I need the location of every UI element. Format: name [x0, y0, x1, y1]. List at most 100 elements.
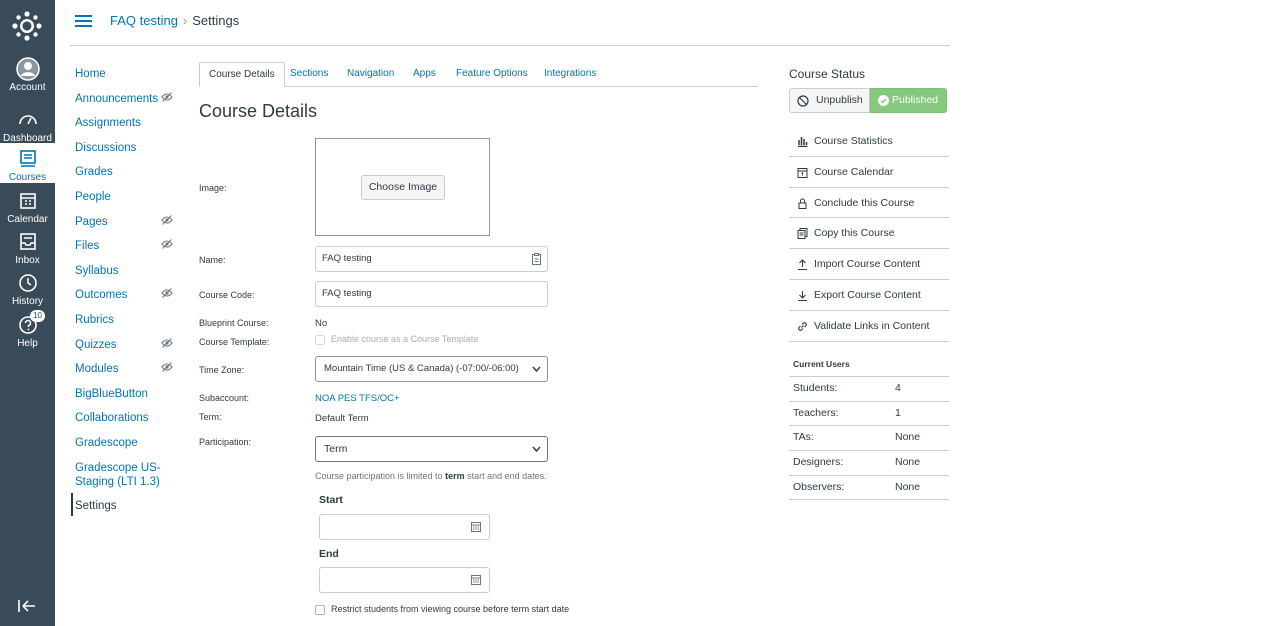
template-checkbox[interactable]	[315, 334, 325, 345]
course-nav-discussions[interactable]: Discussions	[75, 140, 185, 165]
course-menu-toggle[interactable]	[75, 15, 92, 29]
unpublish-button[interactable]: Unpublish	[789, 88, 870, 113]
start-date-input[interactable]	[319, 514, 490, 540]
check-circle-icon	[878, 95, 889, 106]
current-users-title: Current Users	[793, 359, 850, 369]
course-code-value: FAQ testing	[322, 288, 372, 299]
users-role: Designers:	[793, 456, 844, 469]
users-role: Students:	[793, 382, 838, 394]
course-nav-label: Pages	[75, 215, 108, 228]
breadcrumb-separator: ›	[182, 13, 188, 28]
course-nav-syllabus[interactable]: Syllabus	[75, 263, 185, 288]
active-nav-indicator	[71, 493, 73, 516]
published-button[interactable]: Published	[870, 88, 947, 113]
calendar-icon	[19, 193, 36, 209]
hidden-eye-icon	[161, 362, 173, 372]
course-nav-people[interactable]: People	[75, 189, 185, 214]
global-nav-label: History	[11, 296, 44, 307]
tab-course-details[interactable]: Course Details	[199, 62, 285, 87]
course-nav: Home Announcements Assignments Discussio…	[75, 66, 185, 522]
global-nav: Account Dashboard Courses Calendar Inbox	[0, 0, 55, 626]
hidden-eye-icon	[161, 288, 173, 299]
tab-integrations[interactable]: Integrations	[544, 62, 596, 87]
calendar-icon[interactable]	[471, 575, 481, 585]
course-nav-bigbluebutton[interactable]: BigBlueButton	[75, 386, 185, 411]
dashboard-icon	[18, 115, 37, 125]
canvas-logo-icon[interactable]	[11, 10, 43, 42]
export-content-link[interactable]: Export Course Content	[789, 280, 949, 311]
participation-note-post: start and end dates.	[467, 471, 547, 481]
global-nav-account[interactable]: Account	[0, 57, 55, 93]
course-nav-settings[interactable]: Settings	[75, 498, 185, 523]
course-nav-gradescope-staging[interactable]: Gradescope US-Staging (LTI 1.3)	[75, 460, 185, 498]
bar-chart-icon	[798, 137, 808, 147]
course-nav-quizzes[interactable]: Quizzes	[75, 337, 185, 362]
choose-image-button[interactable]: Choose Image	[361, 175, 445, 200]
global-nav-help[interactable]: 10 Help	[0, 310, 55, 349]
users-count: 1	[895, 406, 901, 419]
global-nav-dashboard[interactable]: Dashboard	[0, 108, 55, 144]
users-count: None	[895, 431, 921, 444]
participation-note-term: term	[445, 471, 465, 481]
breadcrumb-course-link[interactable]: FAQ testing	[110, 13, 178, 28]
participation-select[interactable]: Term	[315, 436, 548, 462]
copy-icon	[797, 228, 808, 240]
timezone-select[interactable]: Mountain Time (US & Canada) (-07:00/-06:…	[315, 356, 548, 382]
subaccount-link[interactable]: NOA PES TFS/OC+	[315, 393, 400, 404]
participation-label: Participation:	[199, 437, 252, 447]
validate-links-link[interactable]: Validate Links in Content	[789, 311, 949, 342]
copy-course-link[interactable]: Copy this Course	[789, 218, 949, 250]
course-nav-modules[interactable]: Modules	[75, 361, 185, 386]
course-calendar-link[interactable]: Course Calendar	[789, 157, 949, 188]
global-nav-courses[interactable]: Courses	[0, 143, 55, 183]
unpublish-icon	[797, 95, 809, 107]
course-nav-files[interactable]: Files	[75, 238, 185, 263]
global-nav-history[interactable]: History	[0, 271, 55, 307]
clock-icon	[18, 274, 37, 292]
course-nav-label: Files	[75, 240, 100, 253]
end-date-input[interactable]	[319, 567, 490, 593]
course-nav-rubrics[interactable]: Rubrics	[75, 312, 185, 337]
published-label: Published	[892, 94, 939, 106]
course-nav-outcomes[interactable]: Outcomes	[75, 287, 185, 312]
tab-sections[interactable]: Sections	[290, 62, 328, 87]
name-label: Name:	[199, 255, 226, 265]
copy-course-label: Copy this Course	[814, 227, 895, 240]
global-nav-inbox[interactable]: Inbox	[0, 230, 55, 266]
restrict-checkbox[interactable]	[315, 604, 325, 615]
course-nav-grades[interactable]: Grades	[75, 164, 185, 189]
course-statistics-link[interactable]: Course Statistics	[789, 126, 949, 157]
global-nav-label: Inbox	[15, 255, 40, 266]
template-checkbox-row: Enable course as a Course Template	[315, 334, 478, 345]
upload-icon	[798, 259, 807, 271]
course-nav-collaborations[interactable]: Collaborations	[75, 410, 185, 435]
term-label: Term:	[199, 412, 222, 422]
users-role: Observers:	[793, 480, 845, 493]
course-code-input[interactable]: FAQ testing	[315, 281, 548, 307]
course-nav-assignments[interactable]: Assignments	[75, 115, 185, 140]
users-count: None	[895, 456, 921, 469]
global-nav-label: Help	[17, 338, 38, 349]
link-icon	[798, 321, 807, 331]
breadcrumb-current: Settings	[192, 13, 240, 28]
users-count: None	[895, 480, 921, 493]
global-nav-calendar[interactable]: Calendar	[0, 189, 55, 225]
course-nav-pages[interactable]: Pages	[75, 214, 185, 239]
course-nav-announcements[interactable]: Announcements	[75, 91, 185, 116]
course-nav-gradescope[interactable]: Gradescope	[75, 435, 185, 460]
page-title: Course Details	[199, 101, 318, 121]
tab-feature-options[interactable]: Feature Options	[456, 62, 528, 87]
avatar-icon	[15, 57, 40, 81]
course-name-input[interactable]: FAQ testing	[315, 246, 548, 272]
tab-navigation[interactable]: Navigation	[347, 62, 394, 87]
import-content-link[interactable]: Import Course Content	[789, 249, 949, 280]
calendar-icon[interactable]	[471, 522, 481, 532]
course-nav-home[interactable]: Home	[75, 66, 185, 91]
collapse-nav-icon[interactable]	[17, 598, 37, 614]
users-row: TAs: None	[789, 426, 949, 452]
tab-apps[interactable]: Apps	[413, 62, 436, 87]
global-nav-label: Account	[9, 82, 46, 93]
calendar-icon	[797, 167, 808, 178]
breadcrumb: FAQ testing › Settings	[110, 13, 239, 28]
conclude-course-link[interactable]: Conclude this Course	[789, 188, 949, 219]
